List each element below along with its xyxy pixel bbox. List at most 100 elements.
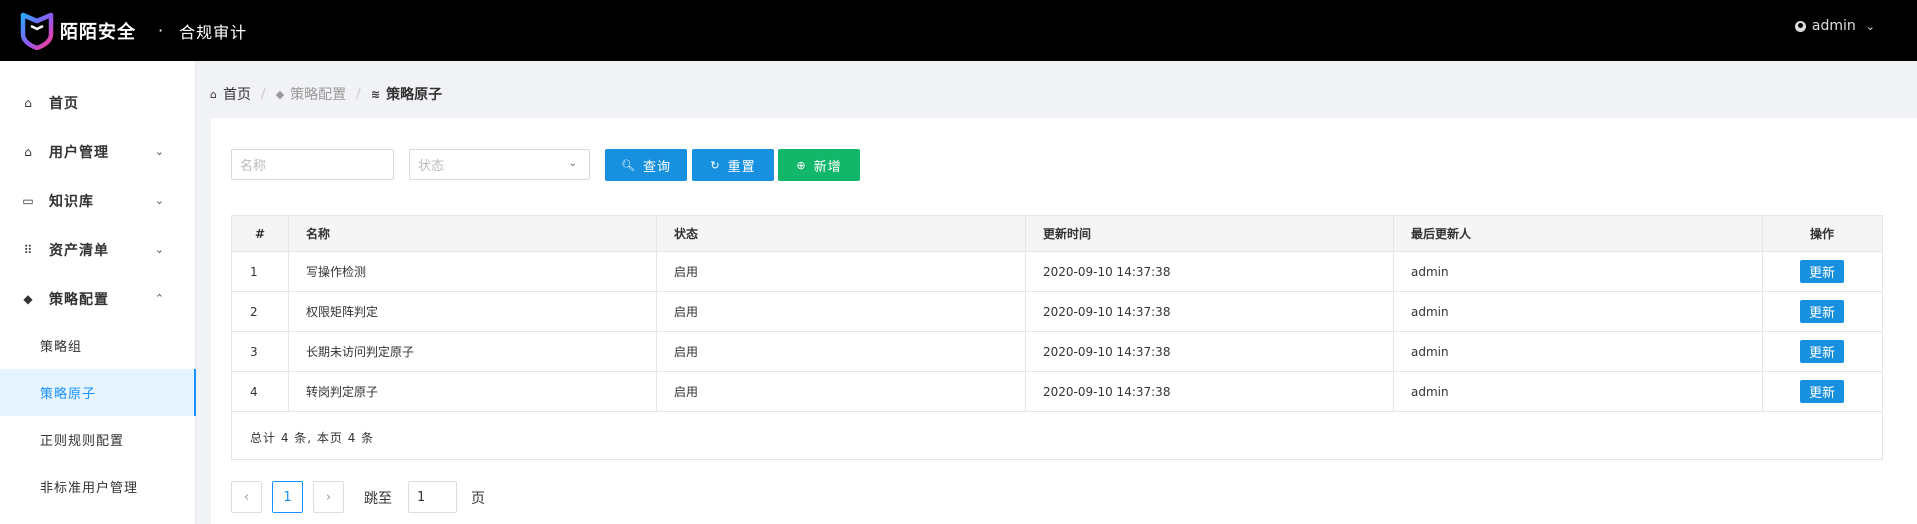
- breadcrumb-label: 首页: [222, 87, 251, 103]
- sidebar-subitem-policy-atom[interactable]: 策略原子: [0, 369, 196, 416]
- plus-circle-icon: ⊕: [796, 158, 807, 172]
- policy-atom-table: # 名称 状态 更新时间 最后更新人 操作 1 写操作检测 启用 2020-09…: [231, 215, 1883, 460]
- sidebar-subitem-policy-group[interactable]: 策略组: [0, 322, 196, 369]
- sidebar-item-label: 知识库: [49, 193, 94, 210]
- cell-index: 3: [250, 344, 258, 359]
- breadcrumb-policy-config[interactable]: ◆ 策略配置: [276, 84, 346, 104]
- reset-button[interactable]: ↻ 重置: [692, 149, 774, 181]
- chevron-left-icon: ‹: [243, 489, 250, 505]
- update-button[interactable]: 更新: [1800, 380, 1844, 403]
- page-suffix-label: 页: [471, 491, 485, 507]
- cell-updated-time: 2020-09-10 14:37:38: [1043, 264, 1171, 279]
- sidebar-item-user-management[interactable]: ⌂ 用户管理 ⌄: [0, 127, 196, 176]
- add-button[interactable]: ⊕ 新增: [778, 149, 860, 181]
- search-icon: 🔍︎: [621, 158, 636, 172]
- status-select-placeholder: 状态: [418, 159, 445, 174]
- add-button-label: 新增: [813, 159, 842, 175]
- cell-name: 权限矩阵判定: [306, 305, 379, 319]
- column-header-last-updater: 最后更新人: [1411, 227, 1472, 241]
- cell-index: 4: [250, 384, 258, 399]
- home-icon: ⌂: [210, 87, 217, 101]
- table-row: 1 写操作检测 启用 2020-09-10 14:37:38 admin 更新: [232, 252, 1882, 292]
- update-button[interactable]: 更新: [1800, 340, 1844, 363]
- cell-status: 启用: [674, 345, 699, 359]
- status-select[interactable]: 状态 ⌄: [409, 149, 590, 180]
- page-button-1[interactable]: 1: [272, 481, 303, 513]
- breadcrumb-separator: /: [260, 86, 266, 102]
- chevron-down-icon: ⌄: [568, 158, 577, 169]
- name-input-placeholder: 名称: [240, 159, 267, 174]
- goto-page-value: 1: [417, 489, 426, 505]
- sidebar-subitem-regex-rules[interactable]: 正则规则配置: [0, 416, 196, 463]
- brand-name: 陌陌安全: [60, 21, 136, 43]
- column-divider: [1762, 216, 1763, 412]
- sidebar-item-label: 用户管理: [49, 144, 109, 161]
- column-header-index: #: [254, 226, 266, 241]
- cell-name: 长期未访问判定原子: [306, 345, 415, 359]
- chevron-right-icon: ›: [325, 489, 332, 505]
- column-header-name: 名称: [306, 227, 331, 241]
- table-header: # 名称 状态 更新时间 最后更新人 操作: [232, 216, 1882, 252]
- breadcrumb-home[interactable]: ⌂ 首页: [210, 84, 251, 104]
- cell-last-updater: admin: [1411, 344, 1449, 359]
- chevron-down-icon: ⌄: [154, 194, 164, 207]
- name-input[interactable]: 名称: [231, 149, 394, 180]
- cell-name: 写操作检测: [306, 265, 367, 279]
- sidebar-item-label: 首页: [49, 95, 79, 112]
- cube-icon: ◆: [23, 291, 33, 306]
- update-button[interactable]: 更新: [1800, 260, 1844, 283]
- app-subtitle: 合规审计: [179, 22, 248, 42]
- cell-status: 启用: [674, 305, 699, 319]
- cell-last-updater: admin: [1411, 304, 1449, 319]
- column-divider: [288, 216, 289, 412]
- page-number: 1: [283, 489, 292, 505]
- cell-last-updater: admin: [1411, 264, 1449, 279]
- sidebar-item-knowledge-base[interactable]: ▭ 知识库 ⌄: [0, 176, 196, 225]
- table-row: 4 转岗判定原子 启用 2020-09-10 14:37:38 admin 更新: [232, 372, 1882, 412]
- cell-updated-time: 2020-09-10 14:37:38: [1043, 344, 1171, 359]
- sidebar-item-label: 策略配置: [49, 291, 109, 308]
- shield-logo-icon: [20, 12, 54, 50]
- reset-button-label: 重置: [727, 159, 756, 175]
- user-menu[interactable]: admin ⌄: [1794, 18, 1875, 34]
- sidebar-subitem-nonstandard-users[interactable]: 非标准用户管理: [0, 463, 196, 510]
- refresh-icon: ↻: [710, 158, 721, 172]
- column-header-actions: 操作: [1809, 227, 1834, 241]
- user-name: admin: [1811, 18, 1856, 34]
- query-button-label: 查询: [642, 159, 671, 175]
- header-separator: ·: [158, 21, 164, 40]
- cell-updated-time: 2020-09-10 14:37:38: [1043, 304, 1171, 319]
- cell-name: 转岗判定原子: [306, 385, 379, 399]
- column-header-status: 状态: [674, 227, 699, 241]
- book-icon: ▭: [22, 193, 34, 208]
- prev-page-button[interactable]: ‹: [231, 481, 262, 513]
- breadcrumb-label: 策略原子: [386, 87, 443, 103]
- goto-page-input[interactable]: 1: [408, 481, 457, 513]
- breadcrumb-label: 策略配置: [290, 87, 347, 103]
- column-divider: [1393, 216, 1394, 412]
- table-row: 2 权限矩阵判定 启用 2020-09-10 14:37:38 admin 更新: [232, 292, 1882, 332]
- cell-status: 启用: [674, 265, 699, 279]
- cell-actions: 更新: [1762, 372, 1882, 411]
- user-icon: [1794, 20, 1806, 32]
- chevron-up-icon: ⌃: [154, 292, 164, 305]
- top-header: 陌陌安全 · 合规审计 admin ⌄: [0, 0, 1917, 61]
- query-button[interactable]: 🔍︎ 查询: [605, 149, 687, 181]
- cube-icon: ◆: [275, 87, 285, 101]
- sidebar-item-label: 资产清单: [49, 242, 109, 259]
- column-header-updated-time: 更新时间: [1043, 227, 1092, 241]
- sidebar-item-policy-config[interactable]: ◆ 策略配置 ⌃: [0, 274, 196, 323]
- layers-icon: ≋: [370, 87, 381, 101]
- sidebar-item-home[interactable]: ⌂ 首页: [0, 78, 196, 127]
- sidebar-item-asset-list[interactable]: ⠿ 资产清单 ⌄: [0, 225, 196, 274]
- breadcrumb-current: ≋ 策略原子: [371, 84, 442, 104]
- home-icon: ⌂: [24, 95, 32, 110]
- breadcrumb-separator: /: [356, 86, 361, 102]
- update-button[interactable]: 更新: [1800, 300, 1844, 323]
- chevron-down-icon: ⌄: [154, 145, 164, 158]
- next-page-button[interactable]: ›: [313, 481, 344, 513]
- cell-actions: 更新: [1762, 252, 1882, 291]
- cell-updated-time: 2020-09-10 14:37:38: [1043, 384, 1171, 399]
- table-row: 3 长期未访问判定原子 启用 2020-09-10 14:37:38 admin…: [232, 332, 1882, 372]
- logo[interactable]: 陌陌安全: [20, 12, 136, 50]
